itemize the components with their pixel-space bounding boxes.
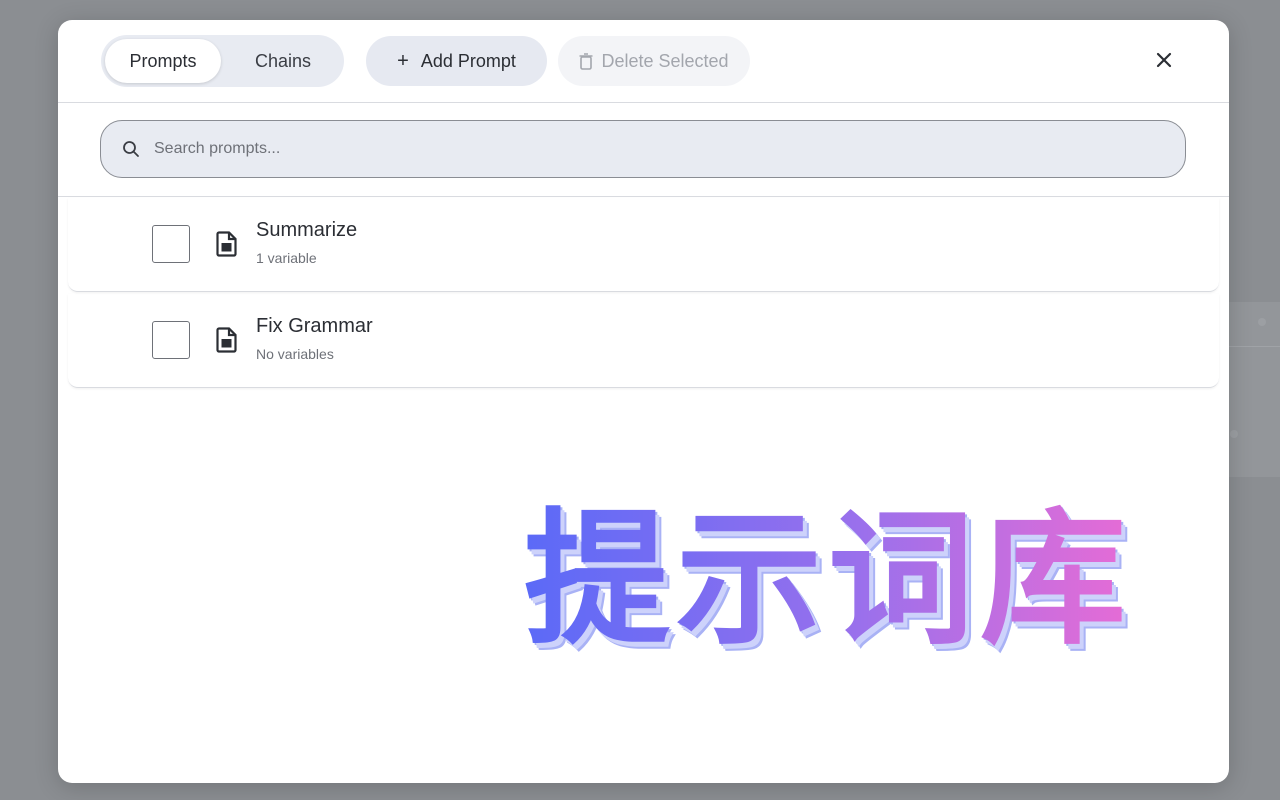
- tab-chains[interactable]: Chains: [226, 39, 340, 83]
- prompt-checkbox[interactable]: [152, 321, 190, 359]
- search-section: [58, 103, 1229, 197]
- close-button[interactable]: [1150, 46, 1178, 74]
- background-app-panel: [1228, 302, 1280, 477]
- promo-overlay: 提示词库: [524, 490, 1194, 680]
- prompt-row-fix-grammar[interactable]: Fix Grammar No variables: [68, 294, 1219, 388]
- tab-prompts[interactable]: Prompts: [105, 39, 221, 83]
- search-bar[interactable]: [100, 120, 1186, 178]
- document-icon: [216, 327, 238, 358]
- add-prompt-button[interactable]: + Add Prompt: [366, 36, 547, 86]
- prompt-title: Fix Grammar: [256, 315, 373, 337]
- document-icon: [216, 231, 238, 262]
- search-input[interactable]: [152, 139, 1056, 159]
- prompt-variable-count: 1 variable: [256, 250, 317, 266]
- promo-title: 提示词库: [524, 490, 1194, 670]
- background-divider: [1228, 346, 1280, 347]
- search-icon: [122, 140, 140, 158]
- prompt-row-summarize[interactable]: Summarize 1 variable: [68, 198, 1219, 292]
- trash-icon: [579, 52, 593, 70]
- close-icon: [1156, 52, 1172, 68]
- prompt-variable-count: No variables: [256, 346, 334, 362]
- delete-selected-button[interactable]: Delete Selected: [558, 36, 750, 86]
- tab-switcher: Prompts Chains: [101, 35, 344, 87]
- modal-toolbar: Prompts Chains + Add Prompt Delete Selec…: [58, 20, 1229, 103]
- prompt-list: Summarize 1 variable Fix Grammar No vari…: [68, 198, 1219, 390]
- background-icon: [1230, 430, 1238, 438]
- background-icon: [1258, 318, 1266, 326]
- delete-selected-label: Delete Selected: [601, 50, 729, 71]
- prompt-title: Summarize: [256, 219, 358, 241]
- plus-icon: +: [397, 49, 409, 72]
- prompt-library-modal: Prompts Chains + Add Prompt Delete Selec…: [58, 20, 1229, 783]
- add-prompt-label: Add Prompt: [420, 50, 516, 71]
- prompt-checkbox[interactable]: [152, 225, 190, 263]
